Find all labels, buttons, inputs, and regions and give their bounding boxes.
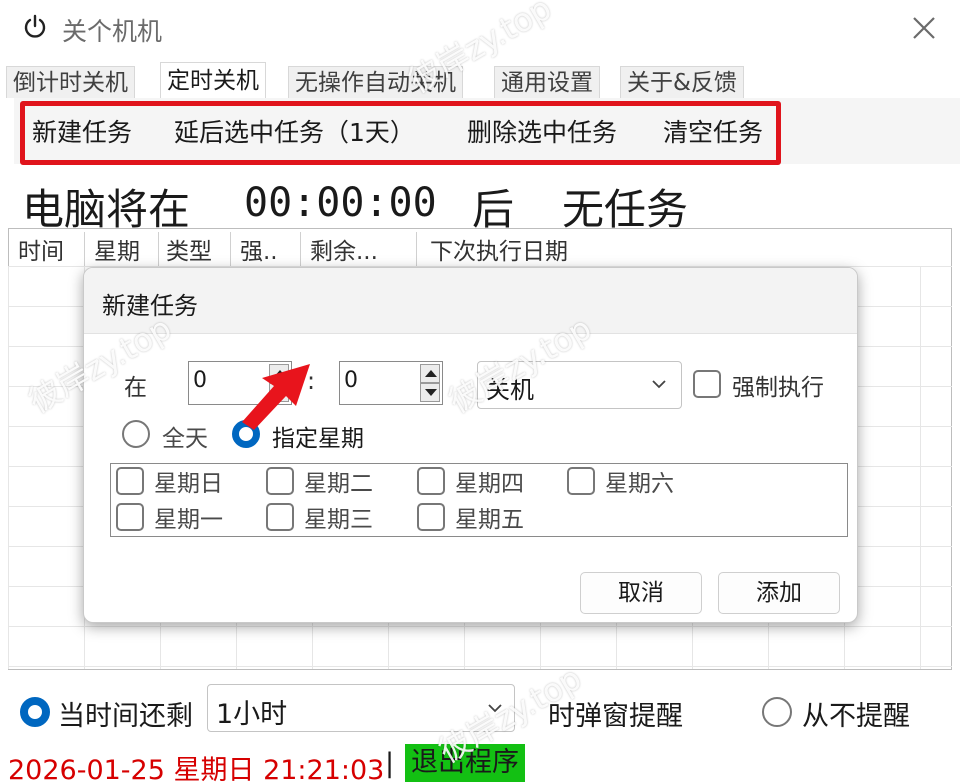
- column-header-weekday[interactable]: 星期: [94, 232, 140, 266]
- minute-value: 0: [344, 368, 358, 393]
- toolbar-highlight-box: [20, 101, 781, 165]
- weekday-label-friday: 星期五: [455, 507, 524, 533]
- weekday-checkbox-thursday[interactable]: [417, 467, 445, 495]
- footer-separator: |: [385, 748, 395, 779]
- exit-program-button[interactable]: 退出程序: [405, 744, 525, 782]
- dialog-title: 新建任务: [102, 292, 198, 320]
- column-header-time[interactable]: 时间: [18, 232, 64, 266]
- weekday-checkbox-saturday[interactable]: [567, 467, 595, 495]
- weekday-label-saturday: 星期六: [605, 471, 674, 497]
- power-icon: [24, 14, 46, 38]
- weekday-label-monday: 星期一: [154, 507, 223, 533]
- minute-increment-icon[interactable]: [420, 364, 440, 383]
- force-execute-checkbox[interactable]: [693, 370, 721, 398]
- never-remind-radio[interactable]: [762, 697, 792, 727]
- weekday-checkbox-wednesday[interactable]: [266, 503, 294, 531]
- column-header-next-date[interactable]: 下次执行日期: [430, 232, 568, 266]
- dialog-title-bar: 新建任务: [84, 268, 857, 334]
- all-day-radio[interactable]: [122, 420, 150, 448]
- weekday-checkbox-friday[interactable]: [417, 503, 445, 531]
- add-button[interactable]: 添加: [718, 572, 840, 614]
- current-datetime: 2026-01-25 星期日 21:21:03: [8, 755, 385, 783]
- weekday-checkbox-tuesday[interactable]: [266, 467, 294, 495]
- column-divider: [158, 232, 159, 266]
- never-remind-label: 从不提醒: [802, 701, 910, 732]
- column-header-force[interactable]: 强..: [240, 232, 278, 266]
- window-title: 关个机机: [62, 17, 163, 46]
- minute-decrement-icon[interactable]: [420, 383, 440, 402]
- action-select-value: 关机: [486, 376, 534, 404]
- new-task-dialog: 新建任务 在 0 : 0 关机 强制执行 全天 指定星期 星期日 星期一 星期二…: [83, 267, 858, 623]
- column-header-type[interactable]: 类型: [166, 232, 212, 266]
- weekday-checkbox-monday[interactable]: [116, 503, 144, 531]
- tab-idle-shutdown[interactable]: 无操作自动关机: [288, 66, 463, 98]
- column-header-remaining[interactable]: 剩余...: [310, 232, 378, 266]
- weekday-label-tuesday: 星期二: [304, 471, 373, 497]
- hour-value: 0: [193, 368, 207, 393]
- remind-prefix-label: 当时间还剩: [58, 701, 193, 732]
- weekday-label-sunday: 星期日: [154, 471, 223, 497]
- minute-stepper-buttons: [420, 364, 440, 402]
- weekday-label-thursday: 星期四: [455, 471, 524, 497]
- close-icon[interactable]: [908, 12, 940, 44]
- red-arrow-icon: [242, 364, 310, 430]
- action-select[interactable]: 关机: [477, 361, 682, 409]
- tab-general-settings[interactable]: 通用设置: [494, 66, 600, 98]
- remind-radio[interactable]: [20, 697, 50, 727]
- remind-suffix-label: 时弹窗提醒: [548, 701, 683, 732]
- remind-time-value: 1小时: [216, 699, 288, 730]
- column-divider: [230, 232, 231, 266]
- chevron-down-icon: [488, 704, 502, 713]
- weekday-label-wednesday: 星期三: [304, 507, 373, 533]
- remind-time-select[interactable]: 1小时: [207, 684, 515, 732]
- at-label: 在: [124, 375, 147, 401]
- chevron-down-icon: [652, 380, 666, 389]
- countdown-time: 00:00:00: [244, 180, 437, 226]
- minute-stepper[interactable]: 0: [339, 361, 443, 405]
- tab-countdown-shutdown[interactable]: 倒计时关机: [6, 66, 135, 98]
- weekday-checkbox-sunday[interactable]: [116, 467, 144, 495]
- title-bar: 关个机机: [0, 0, 960, 58]
- tab-scheduled-shutdown[interactable]: 定时关机: [160, 62, 266, 98]
- column-divider: [84, 232, 85, 266]
- cancel-button[interactable]: 取消: [580, 572, 702, 614]
- column-divider: [416, 232, 417, 266]
- column-divider: [300, 232, 301, 266]
- force-execute-label: 强制执行: [732, 375, 824, 401]
- all-day-label: 全天: [162, 426, 208, 452]
- tab-about-feedback[interactable]: 关于&反馈: [620, 66, 744, 98]
